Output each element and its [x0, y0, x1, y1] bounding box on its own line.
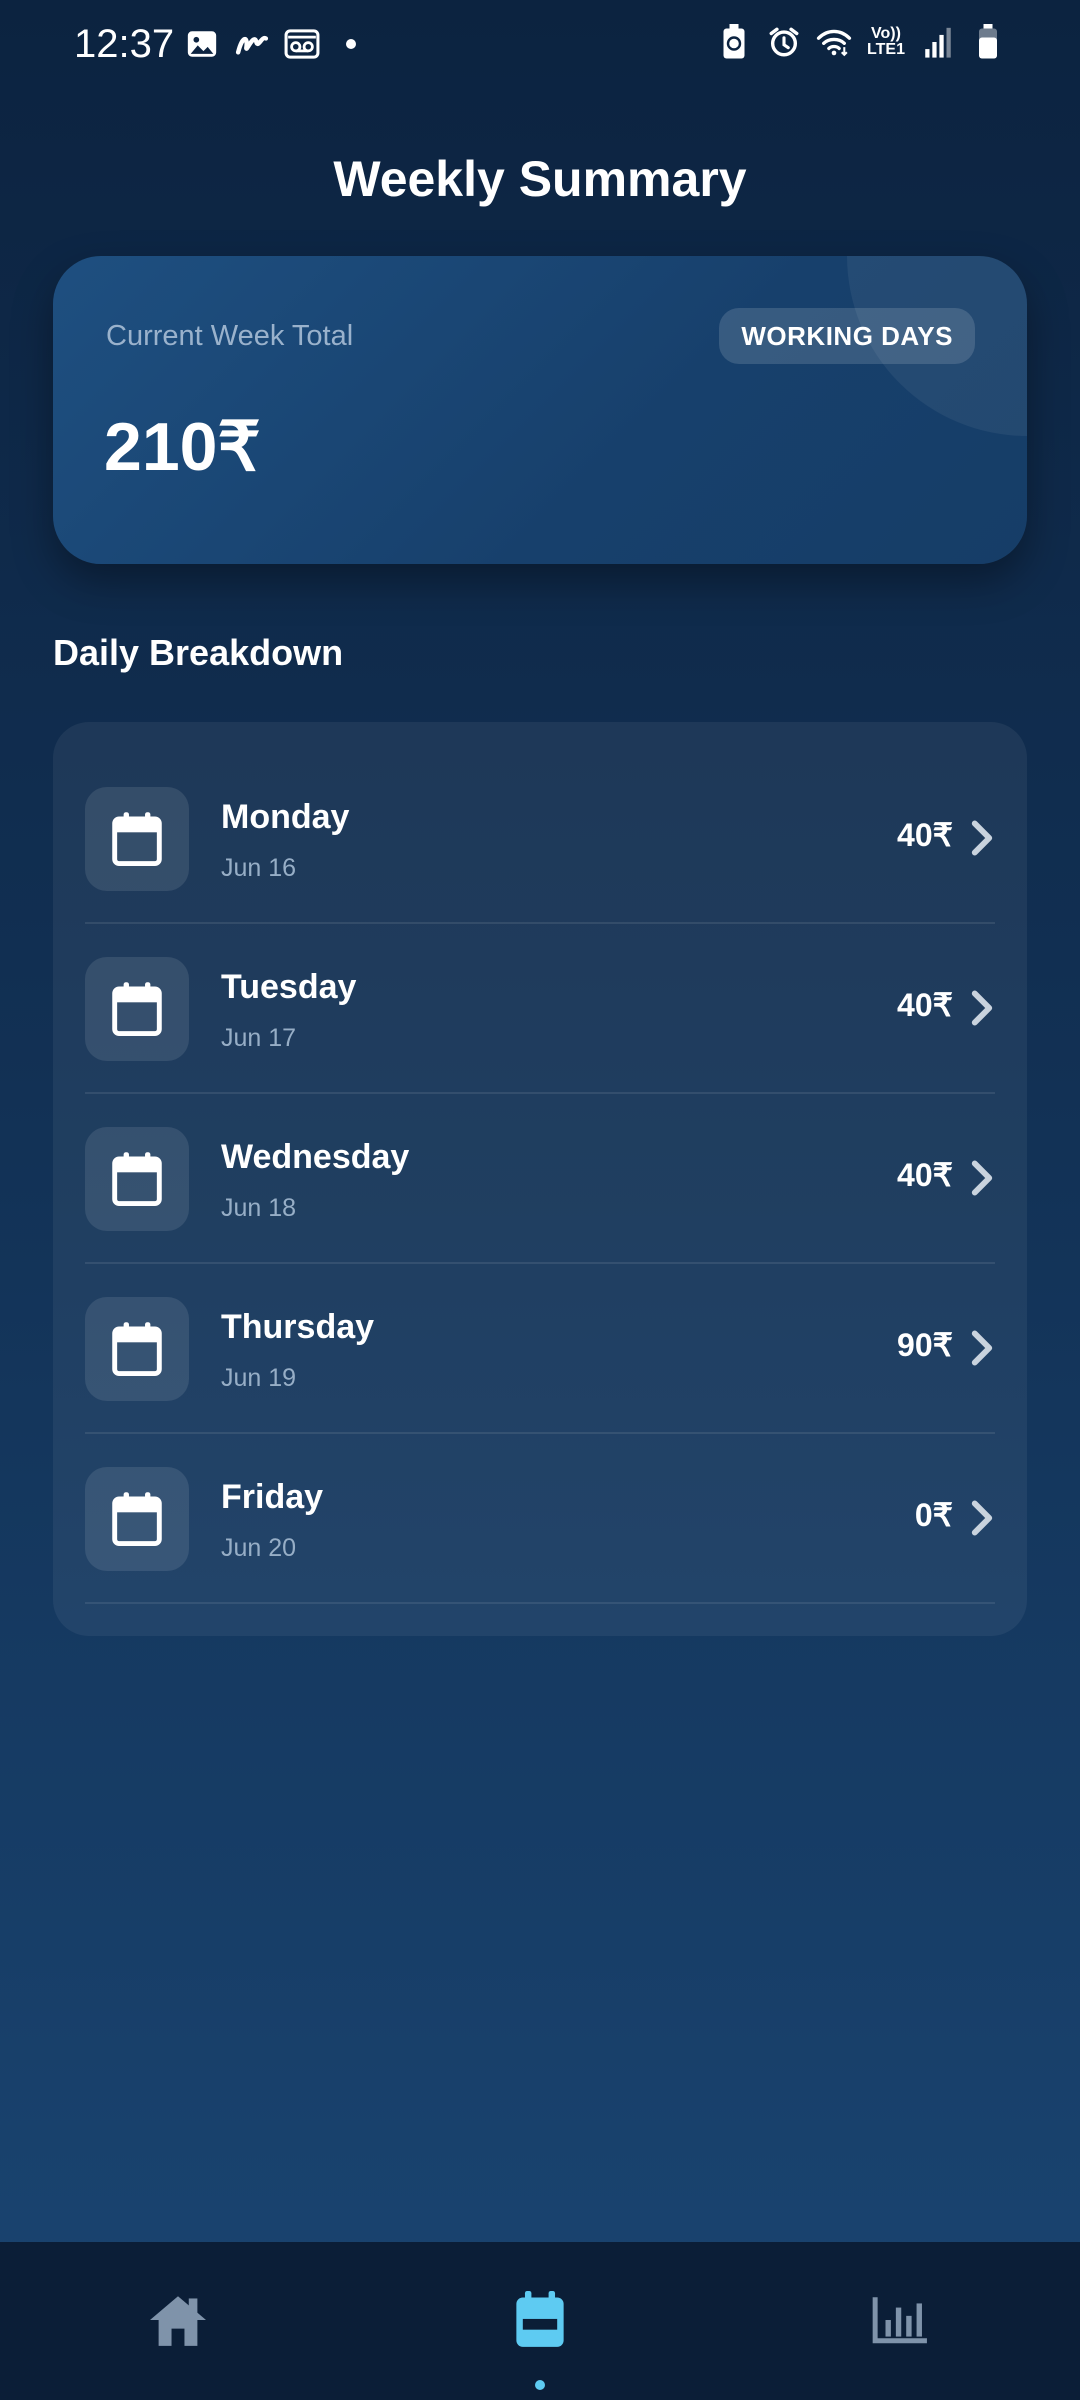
nav-calendar-button[interactable] — [508, 2288, 572, 2352]
calendar-icon — [85, 787, 189, 891]
day-date: Jun 18 — [221, 1194, 297, 1222]
calendar-icon — [516, 2291, 564, 2347]
calendar-icon — [85, 957, 189, 1061]
chevron-right-icon — [971, 1500, 993, 1536]
calendar-icon — [85, 1297, 189, 1401]
day-row-wednesday[interactable]: Wednesday Jun 18 40₹ — [85, 1094, 995, 1264]
status-bar: 12:37 Vo)) LTE1 — [0, 0, 1080, 90]
home-icon — [150, 2296, 206, 2346]
calendar-icon — [85, 1467, 189, 1571]
volte-lte-icon: Vo)) LTE1 — [867, 25, 905, 58]
day-amount: 40₹ — [897, 987, 953, 1023]
gallery-icon — [184, 26, 220, 62]
day-name: Tuesday — [221, 968, 357, 1006]
nav-stats-button[interactable] — [868, 2288, 932, 2352]
day-row-friday[interactable]: Friday Jun 20 0₹ — [85, 1434, 995, 1604]
notification-dot — [346, 39, 356, 49]
wifi-icon — [816, 24, 852, 60]
chevron-right-icon — [971, 1330, 993, 1366]
status-time: 12:37 — [74, 22, 175, 66]
alarm-icon — [766, 24, 802, 60]
active-nav-indicator — [535, 2380, 545, 2390]
voicemail-icon — [284, 26, 320, 62]
chevron-right-icon — [971, 990, 993, 1026]
daily-breakdown-list: Monday Jun 16 40₹ Tuesday Jun 17 40₹ Wed… — [53, 722, 1027, 1636]
bottom-navigation — [0, 2242, 1080, 2400]
day-amount: 0₹ — [914, 1497, 953, 1533]
day-name: Monday — [221, 798, 350, 836]
weekly-total-card: Current Week Total WORKING DAYS 210₹ — [53, 256, 1027, 564]
day-row-thursday[interactable]: Thursday Jun 19 90₹ — [85, 1264, 995, 1434]
day-date: Jun 19 — [221, 1364, 297, 1392]
day-name: Wednesday — [221, 1138, 410, 1176]
page-title: Weekly Summary — [333, 151, 747, 207]
calendar-icon — [85, 1127, 189, 1231]
battery-saver-icon — [716, 24, 752, 60]
day-amount: 40₹ — [897, 817, 953, 853]
row-divider — [85, 1602, 995, 1604]
current-week-label: Current Week Total — [106, 320, 354, 352]
bar-chart-icon — [872, 2297, 927, 2344]
day-name: Thursday — [221, 1308, 375, 1346]
day-date: Jun 20 — [221, 1534, 297, 1562]
chevron-right-icon — [971, 820, 993, 856]
daily-breakdown-title: Daily Breakdown — [53, 632, 344, 673]
day-row-monday[interactable]: Monday Jun 16 40₹ — [85, 754, 995, 924]
battery-icon — [970, 24, 1006, 60]
day-date: Jun 17 — [221, 1024, 297, 1052]
day-row-tuesday[interactable]: Tuesday Jun 17 40₹ — [85, 924, 995, 1094]
week-total-amount: 210₹ — [104, 409, 261, 485]
gesture-icon — [234, 26, 270, 62]
day-name: Friday — [221, 1478, 324, 1516]
working-days-badge: WORKING DAYS — [719, 308, 975, 364]
day-amount: 90₹ — [897, 1327, 953, 1363]
signal-icon — [920, 24, 956, 60]
day-date: Jun 16 — [221, 854, 297, 882]
nav-home-button[interactable] — [146, 2288, 210, 2352]
day-amount: 40₹ — [897, 1157, 953, 1193]
chevron-right-icon — [971, 1160, 993, 1196]
